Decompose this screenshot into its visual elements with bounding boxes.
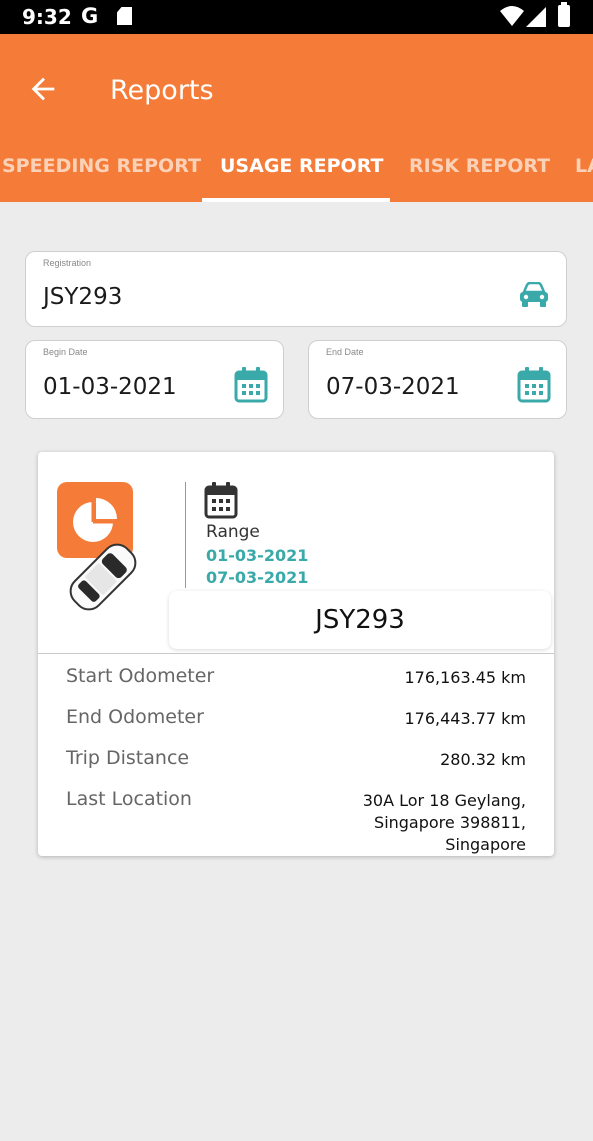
end-date-label: End Date <box>326 347 364 357</box>
tab-risk-report[interactable]: RISK REPORT <box>409 155 550 177</box>
last-location-line-1: 30A Lor 18 Geylang, <box>362 791 526 810</box>
active-tab-indicator <box>202 198 390 202</box>
page-title: Reports <box>110 75 214 106</box>
start-odometer-label: Start Odometer <box>66 665 215 687</box>
range-calendar-icon <box>204 482 238 519</box>
begin-date-calendar-icon[interactable] <box>234 367 268 403</box>
back-arrow-icon[interactable] <box>26 72 60 106</box>
end-odometer-value: 176,443.77 km <box>404 709 526 728</box>
wifi-icon <box>500 6 524 26</box>
last-location-line-3: Singapore <box>445 835 526 854</box>
begin-date-field[interactable]: Begin Date 01-03-2021 <box>25 340 284 419</box>
signal-icon <box>526 7 546 27</box>
registration-label: Registration <box>43 258 92 268</box>
google-icon: G <box>81 4 99 28</box>
tab-speeding-report[interactable]: SPEEDING REPORT <box>2 155 201 177</box>
registration-field[interactable]: Registration JSY293 <box>25 251 567 327</box>
car-icon[interactable] <box>518 282 550 308</box>
begin-date-label: Begin Date <box>43 347 88 357</box>
registration-value: JSY293 <box>43 284 123 310</box>
last-location-line-2: Singapore 398811, <box>374 813 526 832</box>
registration-badge-text: JSY293 <box>315 605 405 635</box>
battery-icon <box>558 2 570 27</box>
report-tabs: SPEEDING REPORT USAGE REPORT RISK REPORT… <box>0 146 593 202</box>
range-label: Range <box>206 522 260 542</box>
last-location-value: 30A Lor 18 Geylang, Singapore 398811, Si… <box>363 790 526 856</box>
status-time: 9:32 <box>22 5 72 29</box>
status-bar: 9:32 G <box>0 0 593 34</box>
end-date-field[interactable]: End Date 07-03-2021 <box>308 340 567 419</box>
sd-card-icon <box>117 7 132 25</box>
usage-report-card: Range 01-03-2021 07-03-2021 JSY293 Start… <box>38 452 554 856</box>
divider-vertical <box>185 482 186 588</box>
begin-date-value: 01-03-2021 <box>43 374 177 400</box>
tab-usage-report[interactable]: USAGE REPORT <box>220 155 383 177</box>
end-odometer-label: End Odometer <box>66 706 204 728</box>
tab-la-report[interactable]: LA <box>575 155 593 177</box>
trip-distance-label: Trip Distance <box>66 747 190 769</box>
end-date-value: 07-03-2021 <box>326 374 460 400</box>
last-location-label: Last Location <box>66 788 192 810</box>
start-odometer-value: 176,163.45 km <box>404 668 526 687</box>
divider-horizontal <box>38 653 554 654</box>
car-image <box>69 543 137 611</box>
range-end-date: 07-03-2021 <box>206 568 309 587</box>
range-start-date: 01-03-2021 <box>206 546 309 565</box>
registration-badge: JSY293 <box>169 591 551 649</box>
app-bar: Reports SPEEDING REPORT USAGE REPORT RIS… <box>0 34 593 202</box>
end-date-calendar-icon[interactable] <box>517 367 551 403</box>
trip-distance-value: 280.32 km <box>440 750 526 769</box>
